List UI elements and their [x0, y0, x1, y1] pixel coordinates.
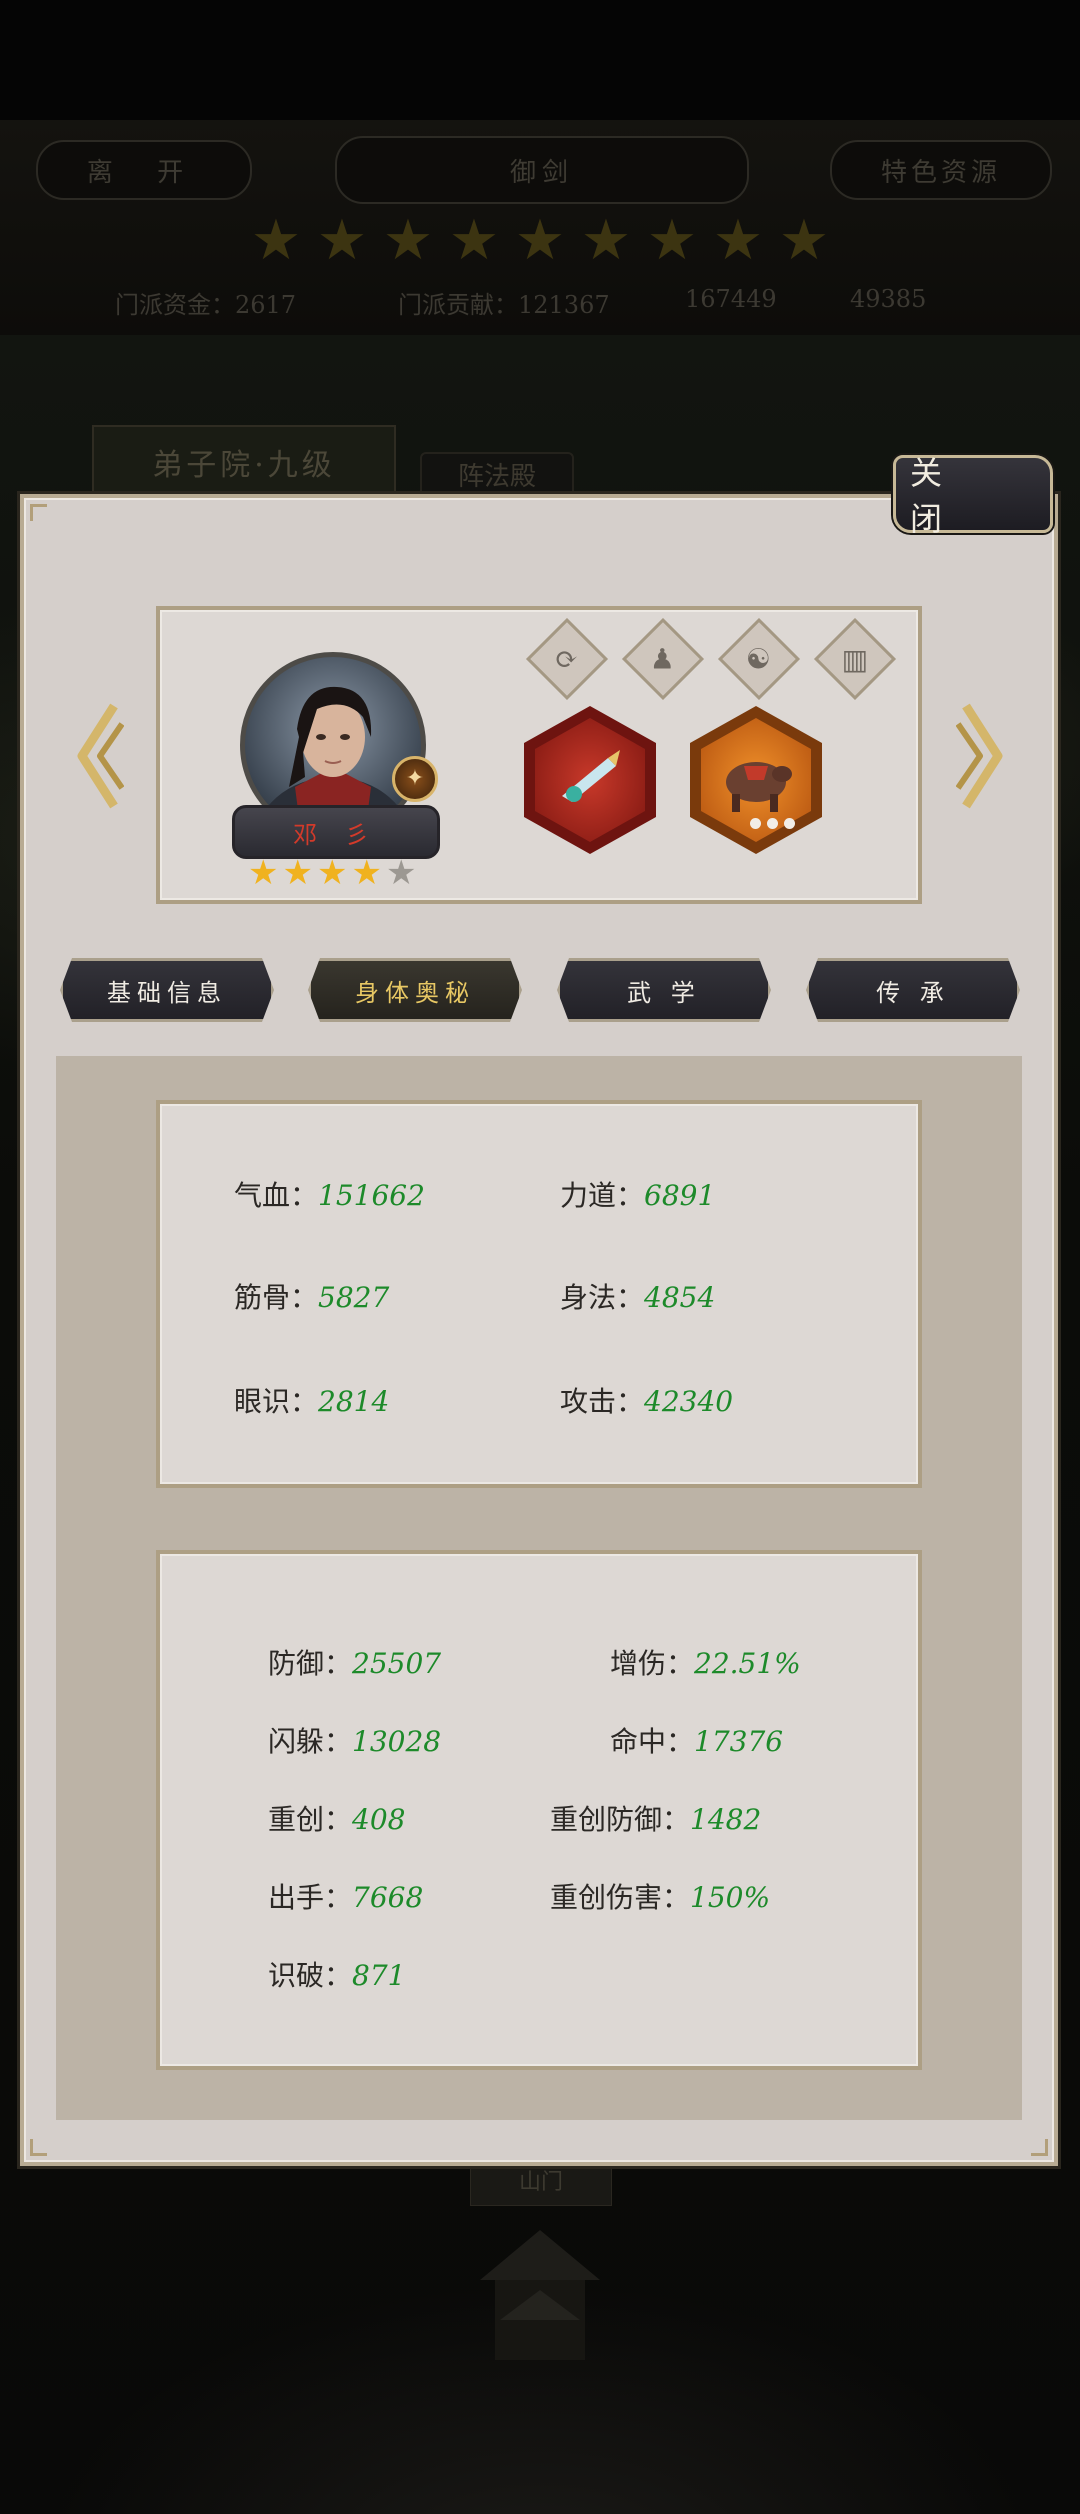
next-hero-arrow-icon[interactable]: [956, 686, 1010, 826]
stat-value: 871: [352, 1959, 406, 1992]
corner-ornament: [30, 2130, 56, 2156]
stat-label: 攻击：: [560, 1385, 645, 1418]
stat-label: 重创：: [268, 1803, 353, 1836]
level-dot: [750, 818, 761, 829]
advanced-stats-box: 防御：25507 增伤：22.51% 闪躲：13028 命中：17376 重创：…: [156, 1550, 922, 2070]
stat-value: 13028: [352, 1725, 442, 1758]
disciple-hall-tab: 弟子院·九级: [92, 425, 396, 499]
star-icon: ★: [316, 208, 368, 273]
stat-label: 出手：: [268, 1881, 353, 1914]
stat-label: 气血：: [234, 1179, 319, 1212]
corner-ornament: [1022, 2130, 1048, 2156]
tab-body-secrets[interactable]: 身体奥秘: [308, 958, 522, 1022]
level-dot: [767, 818, 778, 829]
stat-value: 150%: [690, 1881, 771, 1914]
level-dot: [784, 818, 795, 829]
stat-accuracy: 命中：17376: [610, 1720, 783, 1760]
stat-label: 闪躲：: [268, 1725, 353, 1758]
background-title: 御剑: [335, 136, 749, 204]
mount-level-dots: [750, 818, 795, 829]
stat-attack: 攻击：42340: [560, 1380, 733, 1420]
star-icon: ★: [712, 208, 764, 273]
star-icon: ★: [250, 208, 302, 273]
stat-strength: 力道：6891: [560, 1174, 715, 1214]
star-filled-icon: ★: [248, 853, 279, 893]
stat-dodge: 闪躲：13028: [268, 1720, 441, 1760]
hero-name: 邓 彡: [232, 805, 440, 859]
stat-value: 1482: [690, 1803, 762, 1836]
hero-type-badge-icon: ✦: [392, 756, 438, 802]
tab-inheritance[interactable]: 传 承: [806, 958, 1020, 1022]
stat-label: 重创防御：: [550, 1803, 691, 1836]
stat-insight: 识破：871: [268, 1954, 405, 1994]
star-icon: ★: [646, 208, 698, 273]
weapon-item-icon: [535, 718, 645, 842]
star-icon: ★: [580, 208, 632, 273]
hero-star-rating: ★ ★ ★ ★ ★: [248, 856, 416, 890]
stat-value: 6891: [644, 1179, 716, 1212]
stat-label: 防御：: [268, 1647, 353, 1680]
resource-count-1: 167449: [685, 285, 777, 313]
stat-critical-damage: 重创伤害：150%: [550, 1876, 770, 1916]
star-icon: ★: [382, 208, 434, 273]
stat-value: 4854: [644, 1281, 716, 1314]
stat-label: 筋骨：: [234, 1281, 319, 1314]
stat-damage-bonus: 增伤：22.51%: [610, 1642, 801, 1682]
close-button[interactable]: 关 闭: [893, 454, 1053, 538]
star-icon: ★: [514, 208, 566, 273]
stat-critical-defense: 重创防御：1482: [550, 1798, 761, 1838]
gate-label: 山门: [470, 2160, 612, 2206]
leave-button: 离 开: [36, 140, 252, 200]
stat-label: 命中：: [610, 1725, 695, 1758]
stat-value: 408: [352, 1803, 406, 1836]
sect-contribution: 门派贡献：121367: [398, 291, 610, 319]
stat-label: 增伤：: [610, 1647, 695, 1680]
top-bar: [0, 0, 1080, 120]
stat-agility: 身法：4854: [560, 1276, 715, 1316]
sect-funds: 门派资金：2617: [115, 291, 297, 319]
star-icon: ★: [448, 208, 500, 273]
stat-value: 42340: [644, 1385, 734, 1418]
special-resources-button: 特色资源: [830, 140, 1052, 200]
stat-value: 22.51%: [694, 1647, 801, 1680]
star-filled-icon: ★: [351, 853, 382, 893]
tab-martial-arts[interactable]: 武 学: [557, 958, 771, 1022]
resource-count-2: 49385: [850, 285, 927, 313]
stat-label: 重创伤害：: [550, 1881, 691, 1914]
stat-label: 识破：: [268, 1959, 353, 1992]
star-icon: ★: [778, 208, 830, 273]
tab-basic-info[interactable]: 基础信息: [60, 958, 274, 1022]
stat-value: 17376: [694, 1725, 784, 1758]
corner-ornament: [30, 504, 56, 530]
stat-hp: 气血：151662: [234, 1174, 425, 1214]
background-star-row: ★ ★ ★ ★ ★ ★ ★ ★ ★: [250, 208, 830, 275]
stat-perception: 眼识：2814: [234, 1380, 389, 1420]
stat-value: 151662: [318, 1179, 425, 1212]
stat-constitution: 筋骨：5827: [234, 1276, 389, 1316]
stat-label: 身法：: [560, 1281, 645, 1314]
star-filled-icon: ★: [316, 853, 348, 893]
star-filled-icon: ★: [282, 853, 313, 893]
stat-value: 2814: [318, 1385, 390, 1418]
star-empty-icon: ★: [385, 853, 417, 893]
stat-value: 25507: [352, 1647, 442, 1680]
building-icon: [480, 2230, 600, 2360]
stat-value: 7668: [352, 1881, 424, 1914]
stat-label: 力道：: [560, 1179, 645, 1212]
stat-label: 眼识：: [234, 1385, 319, 1418]
stat-speed: 出手：7668: [268, 1876, 423, 1916]
stat-defense: 防御：25507: [268, 1642, 441, 1682]
stat-value: 5827: [318, 1281, 390, 1314]
basic-stats-box: 气血：151662 力道：6891 筋骨：5827 身法：4854 眼识：281…: [156, 1100, 922, 1488]
previous-hero-arrow-icon[interactable]: [70, 686, 124, 826]
stat-critical: 重创：408: [268, 1798, 405, 1838]
